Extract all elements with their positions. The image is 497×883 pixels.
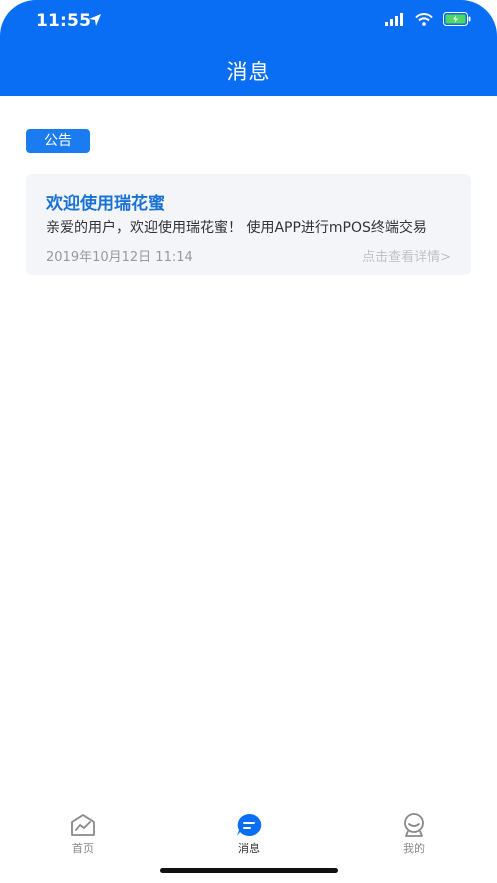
status-time: 11:55 [36,11,92,31]
home-indicator[interactable] [160,868,338,873]
status-icons [385,12,471,26]
wifi-icon [415,12,433,26]
notice-body: 亲爱的用户，欢迎使用瑞花蜜！ 使用APP进行mPOS终端交易 [46,220,427,236]
profile-icon [404,813,424,837]
tab-messages[interactable]: 消息 [214,805,284,857]
message-icon [237,813,262,836]
tab-profile[interactable]: 我的 [379,805,449,857]
tab-home-label: 首页 [72,842,94,855]
screen: 11:55 消息 公告 欢迎使用瑞花蜜 亲爱的用户，欢迎使用瑞花蜜！ 使用APP… [0,0,497,883]
home-chart-icon [71,814,95,836]
tab-bar: 首页 消息 我的 [0,805,497,860]
tab-profile-label: 我的 [403,842,425,855]
location-arrow-icon [89,14,101,26]
tab-home[interactable]: 首页 [48,805,118,857]
tab-messages-label: 消息 [238,842,260,855]
battery-icon [443,12,471,26]
view-details-link[interactable]: 点击查看详情> [362,246,451,265]
announcement-badge: 公告 [26,129,90,153]
notice-title: 欢迎使用瑞花蜜 [46,194,165,214]
page-title: 消息 [226,60,271,84]
notice-date: 2019年10月12日 11:14 [46,250,193,265]
app-header: 11:55 消息 [0,0,497,96]
signal-icon [385,12,403,26]
notice-card[interactable]: 欢迎使用瑞花蜜 亲爱的用户，欢迎使用瑞花蜜！ 使用APP进行mPOS终端交易 2… [26,174,471,275]
